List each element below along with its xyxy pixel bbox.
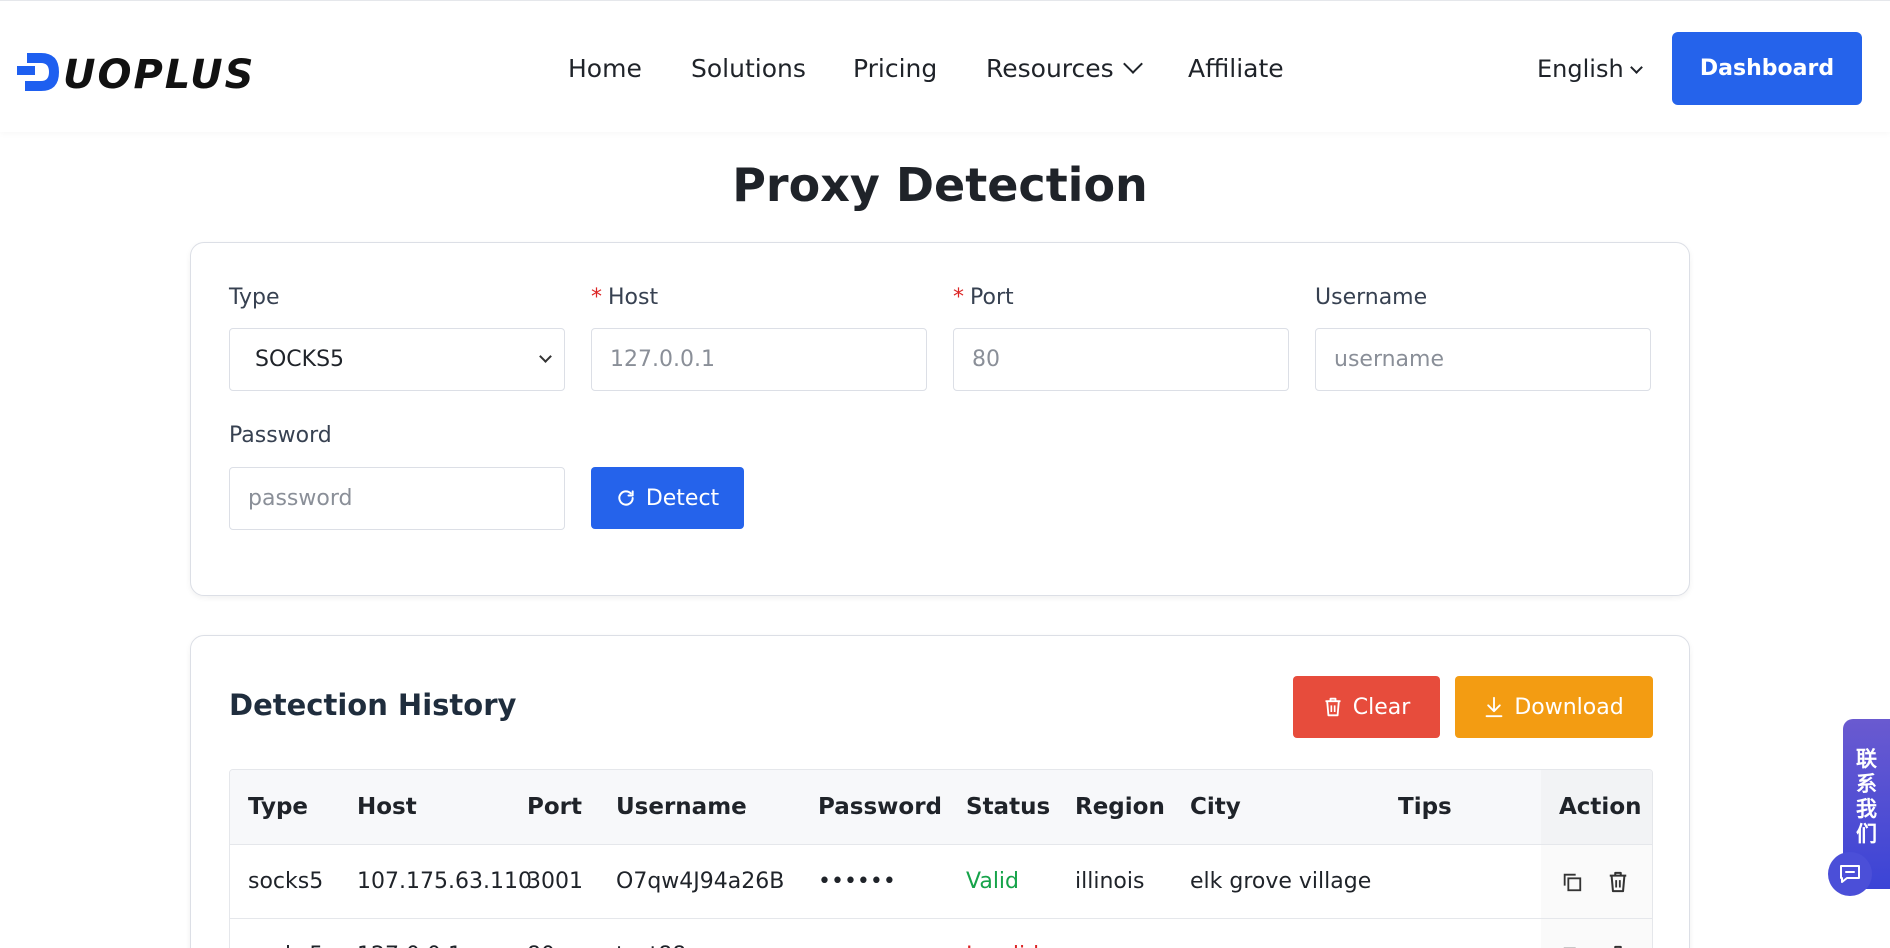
cell-username: test88 (616, 919, 686, 948)
detect-button-label: Detect (645, 485, 720, 511)
type-select[interactable]: SOCKS5 (229, 328, 565, 391)
clear-button[interactable]: Clear (1293, 676, 1440, 738)
port-input[interactable] (953, 328, 1289, 391)
password-input[interactable] (229, 467, 565, 530)
port-label-text: Port (970, 285, 1014, 310)
page-title: Proxy Detection (732, 158, 1148, 212)
contact-char: 系 (1856, 772, 1877, 796)
col-port: Port (527, 794, 582, 820)
required-mark: * (953, 285, 964, 310)
password-label: Password (229, 423, 332, 448)
port-label: * Port (953, 285, 1014, 310)
proxy-form-card: Type SOCKS5 *Host *Port Username Passwor… (190, 242, 1690, 596)
col-action: Action (1541, 770, 1652, 844)
language-label: English (1537, 55, 1624, 83)
cell-city: elk grove village (1190, 869, 1372, 894)
col-username: Username (616, 794, 747, 820)
cell-type: socks5 (248, 919, 323, 948)
table-row: socks5 107.175.63.110 3001 O7qw4J94a26B … (230, 845, 1652, 919)
cell-status: Invalid (966, 919, 1039, 948)
nav-resources[interactable]: Resources (986, 49, 1143, 89)
cell-port: 3001 (527, 869, 583, 894)
chat-bubble-icon[interactable] (1828, 852, 1872, 896)
download-button[interactable]: Download (1455, 676, 1653, 738)
download-icon (1485, 696, 1503, 718)
detection-history-card: Detection History Clear Download Type Ho… (190, 635, 1690, 948)
table-row: socks5 127.0.0.1 80 test88 Invalid (230, 919, 1652, 948)
language-selector[interactable]: English (1537, 49, 1643, 89)
col-host: Host (357, 794, 417, 820)
type-label: Type (229, 285, 280, 310)
chevron-down-icon (539, 350, 552, 363)
contact-char: 联 (1856, 747, 1877, 771)
host-label-text: Host (608, 285, 659, 310)
cell-type: socks5 (248, 869, 324, 894)
delete-icon[interactable] (1605, 869, 1631, 895)
nav-solutions[interactable]: Solutions (691, 49, 806, 89)
cell-action (1541, 919, 1652, 948)
col-type: Type (248, 794, 309, 820)
contact-char: 我 (1856, 797, 1877, 821)
required-mark: * (591, 285, 602, 310)
cell-region: illinois (1075, 869, 1145, 894)
copy-icon[interactable] (1559, 869, 1585, 895)
top-header: UOPLUS Home Solutions Pricing Resources … (0, 0, 1890, 132)
type-select-value: SOCKS5 (255, 347, 345, 372)
refresh-icon (618, 490, 634, 506)
username-label: Username (1315, 285, 1428, 310)
table-header-row: Type Host Port Username Password Status … (230, 770, 1652, 845)
col-password: Password (818, 794, 942, 820)
nav-home[interactable]: Home (568, 49, 642, 89)
col-region: Region (1075, 794, 1165, 820)
dashboard-button[interactable]: Dashboard (1672, 32, 1862, 105)
host-input[interactable] (591, 328, 927, 391)
trash-icon (1325, 697, 1341, 717)
col-tips: Tips (1398, 794, 1452, 820)
nav-resources-label: Resources (986, 54, 1114, 83)
cell-password: •••••• (818, 869, 896, 894)
history-title: Detection History (229, 688, 517, 722)
chevron-down-icon (1122, 54, 1143, 74)
contact-char: 们 (1856, 822, 1877, 846)
download-button-label: Download (1514, 694, 1624, 720)
username-input[interactable] (1315, 328, 1651, 391)
nav-affiliate[interactable]: Affiliate (1188, 49, 1284, 89)
delete-icon[interactable] (1605, 943, 1631, 948)
cell-status: Valid (966, 869, 1020, 894)
chevron-down-icon (1629, 61, 1643, 74)
clear-button-label: Clear (1352, 694, 1411, 720)
cell-username: O7qw4J94a26B (616, 869, 785, 894)
col-city: City (1190, 794, 1241, 820)
col-status: Status (966, 794, 1051, 820)
copy-icon[interactable] (1559, 943, 1585, 948)
history-table: Type Host Port Username Password Status … (229, 769, 1653, 948)
cell-host: 127.0.0.1 (357, 919, 462, 948)
cell-action (1541, 845, 1652, 918)
nav-pricing[interactable]: Pricing (853, 49, 937, 89)
cell-port: 80 (527, 919, 555, 948)
detect-button[interactable]: Detect (591, 467, 744, 529)
host-label: * Host (591, 285, 658, 310)
cell-host: 107.175.63.110 (357, 869, 532, 894)
